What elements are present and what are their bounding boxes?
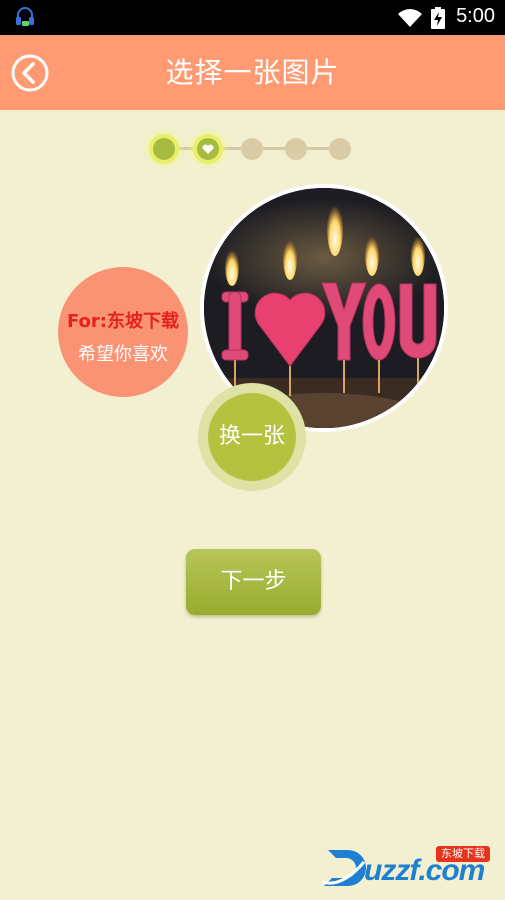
watermark-badge: 东坡下载 [436,846,490,862]
back-arrow-icon[interactable] [10,53,50,93]
status-bar: 5:00 [0,0,505,35]
status-time: 5:00 [456,5,495,27]
change-image-button[interactable]: 换一张 [198,383,306,491]
app-header: 选择一张图片 [0,35,505,110]
dedication-message: 希望你喜欢 [78,344,168,365]
battery-charging-icon [431,7,445,29]
step-dot-2 [197,138,219,160]
change-image-label: 换一张 [208,393,296,481]
logo-swoosh-icon [321,850,366,886]
next-step-button[interactable]: 下一步 [186,549,321,615]
dedication-bubble: For:东坡下载 希望你喜欢 [58,267,188,397]
step-progress [150,134,360,164]
step-dot-5 [329,138,351,160]
heart-icon [202,144,214,154]
wifi-icon [398,9,422,27]
page-title: 选择一张图片 [165,56,340,89]
headset-icon [16,7,34,26]
step-dot-3 [241,138,263,160]
watermark-logo: uzzf.com 东坡下载 [318,832,503,896]
step-dot-4 [285,138,307,160]
step-dot-1 [153,138,175,160]
dedication-recipient: For:东坡下载 [66,311,179,332]
